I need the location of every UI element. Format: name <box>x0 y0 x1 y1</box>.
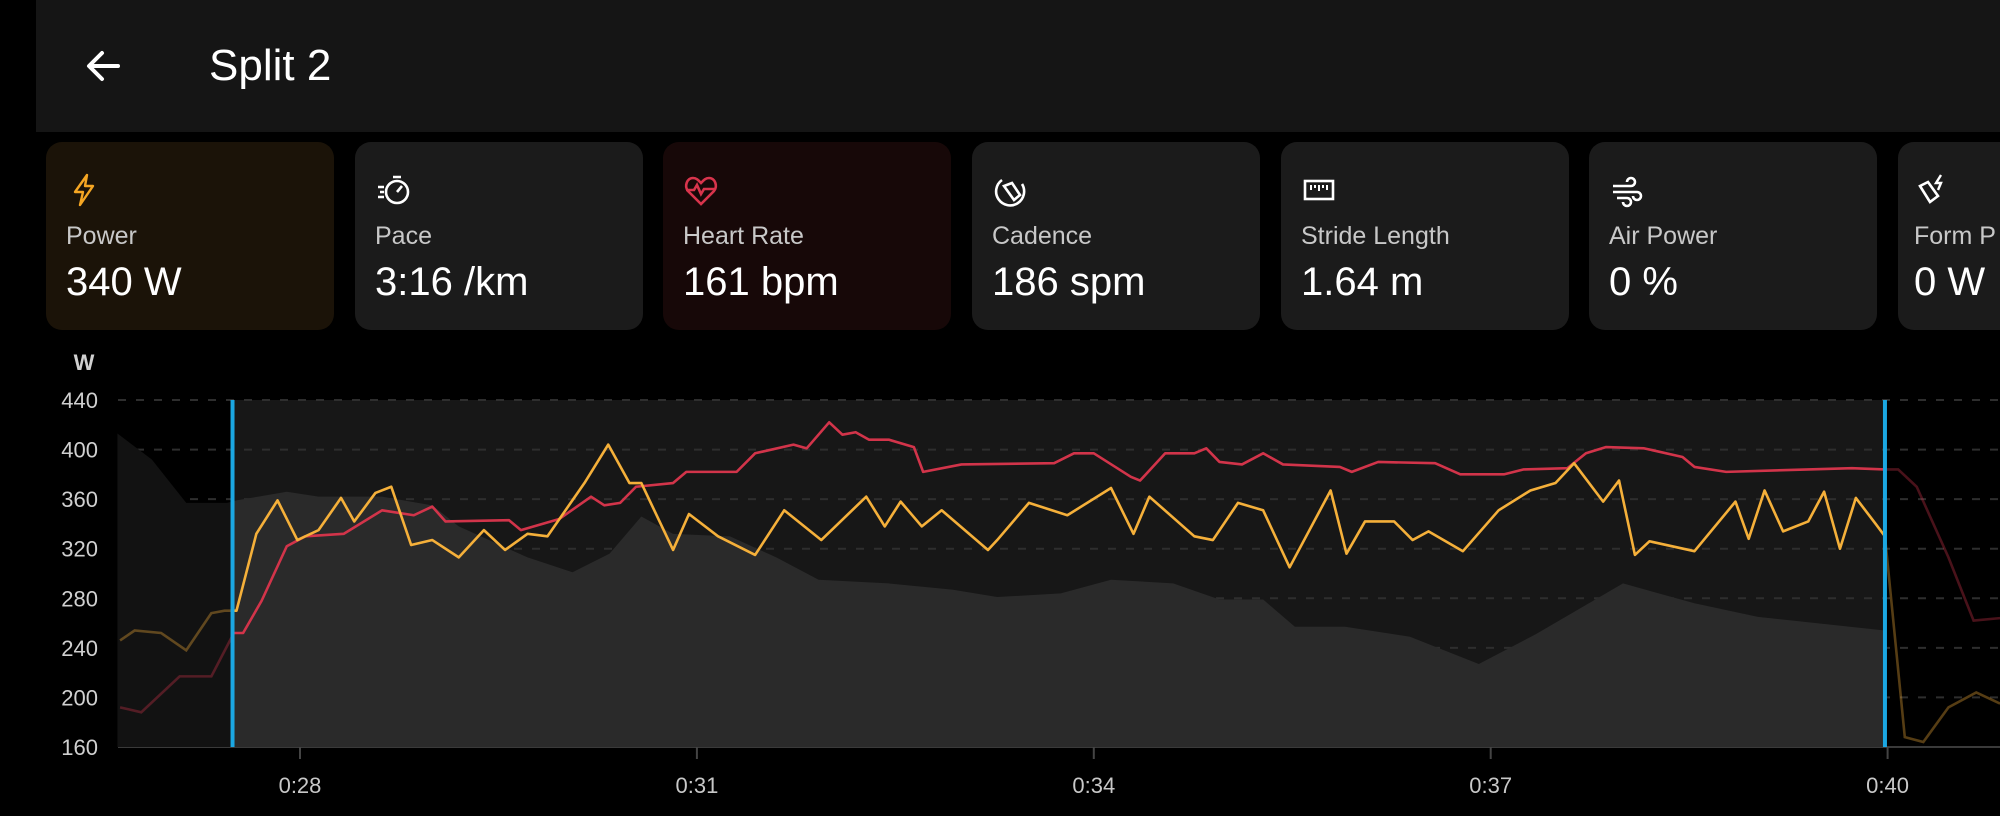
x-tick-label: 0:40 <box>1866 773 1909 798</box>
y-tick-label: 440 <box>61 388 98 413</box>
metric-label: Power <box>66 222 137 250</box>
x-tick-label: 0:31 <box>675 773 718 798</box>
metric-value: 3:16 /km <box>375 260 529 304</box>
metric-value: 186 spm <box>992 260 1146 304</box>
y-tick-label: 240 <box>61 636 98 661</box>
metric-value: 0 W <box>1914 260 1986 304</box>
metric-card-heart-rate[interactable]: Heart Rate 161 bpm <box>663 142 951 330</box>
shoe-cycle-icon <box>994 178 1026 207</box>
y-tick-label: 200 <box>61 685 98 710</box>
lightning-icon <box>73 173 95 207</box>
metric-card-power[interactable]: Power 340 W <box>46 142 334 330</box>
power-chart[interactable]: 440 400 360 320 280 240 200 160 W 0:28 0:31 0:34 0:3… <box>0 340 2000 816</box>
metric-label: Form P <box>1914 222 1996 250</box>
metric-value: 0 % <box>1609 260 1678 304</box>
x-tick-label: 0:34 <box>1072 773 1115 798</box>
page-title: Split 2 <box>209 41 332 90</box>
metric-label: Air Power <box>1609 222 1718 250</box>
y-tick-label: 400 <box>61 438 98 463</box>
arrow-left-icon[interactable] <box>78 40 130 92</box>
metric-label: Pace <box>375 222 432 250</box>
stopwatch-icon <box>378 175 410 205</box>
y-axis-unit: W <box>74 350 95 375</box>
metric-label: Heart Rate <box>683 222 804 250</box>
shoe-lightning-icon <box>1918 174 1943 204</box>
y-tick-label: 280 <box>61 586 98 611</box>
metric-label: Stride Length <box>1301 222 1450 250</box>
metric-card-stride-length[interactable]: Stride Length 1.64 m <box>1281 142 1569 330</box>
ruler-icon <box>1303 179 1335 201</box>
metric-card-air-power[interactable]: Air Power 0 % <box>1589 142 1877 330</box>
metric-card-pace[interactable]: Pace 3:16 /km <box>355 142 643 330</box>
metric-value: 1.64 m <box>1301 260 1424 304</box>
metric-value: 340 W <box>66 260 182 304</box>
metric-card-form-p[interactable]: Form P 0 W <box>1898 142 2000 330</box>
metric-card-cadence[interactable]: Cadence 186 spm <box>972 142 1260 330</box>
y-tick-label: 160 <box>61 735 98 760</box>
heart-pulse-icon <box>684 176 718 206</box>
metric-value: 161 bpm <box>683 260 839 304</box>
x-tick-label: 0:37 <box>1469 773 1512 798</box>
wind-icon <box>1613 176 1643 208</box>
y-tick-label: 360 <box>61 487 98 512</box>
x-tick-label: 0:28 <box>279 773 322 798</box>
y-tick-label: 320 <box>61 537 98 562</box>
metric-label: Cadence <box>992 222 1093 250</box>
